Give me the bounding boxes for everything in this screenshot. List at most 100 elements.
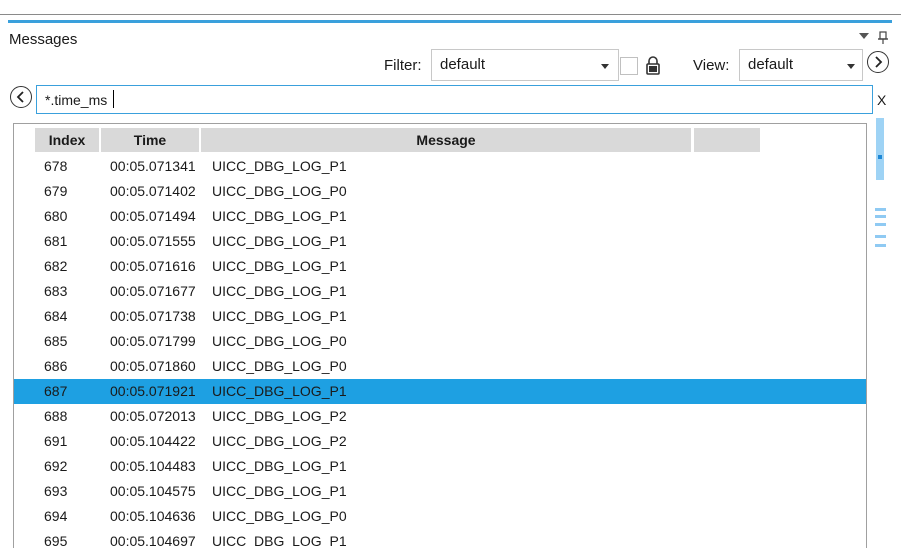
cell-message: UICC_DBG_LOG_P1 (212, 458, 347, 474)
table-row[interactable]: 680 00:05.071494 UICC_DBG_LOG_P1 (14, 204, 866, 229)
cell-index: 692 (44, 458, 68, 474)
cell-time: 00:05.071616 (110, 258, 196, 274)
cell-time: 00:05.104575 (110, 483, 196, 499)
cell-index: 688 (44, 408, 68, 424)
cell-message: UICC_DBG_LOG_P1 (212, 208, 347, 224)
prev-match-button[interactable] (10, 86, 32, 108)
table-row[interactable]: 694 00:05.104636 UICC_DBG_LOG_P0 (14, 504, 866, 529)
column-header-message[interactable]: Message (201, 128, 691, 152)
table-row[interactable]: 678 00:05.071341 UICC_DBG_LOG_P1 (14, 154, 866, 179)
column-header-index[interactable]: Index (35, 128, 99, 152)
cell-time: 00:05.071341 (110, 158, 196, 174)
table-row[interactable]: 691 00:05.104422 UICC_DBG_LOG_P2 (14, 429, 866, 454)
cell-message: UICC_DBG_LOG_P0 (212, 333, 347, 349)
table-row[interactable]: 692 00:05.104483 UICC_DBG_LOG_P1 (14, 454, 866, 479)
cell-time: 00:05.071402 (110, 183, 196, 199)
cell-message: UICC_DBG_LOG_P1 (212, 283, 347, 299)
cell-message: UICC_DBG_LOG_P1 (212, 158, 347, 174)
scrollbar-match-marker (875, 215, 886, 218)
table-row[interactable]: 684 00:05.071738 UICC_DBG_LOG_P1 (14, 304, 866, 329)
scrollbar-position-marker (878, 155, 882, 159)
cell-message: UICC_DBG_LOG_P1 (212, 533, 347, 548)
column-header-time[interactable]: Time (101, 128, 199, 152)
cell-index: 694 (44, 508, 68, 524)
table-body: 678 00:05.071341 UICC_DBG_LOG_P1 679 00:05.… (14, 154, 866, 548)
cell-index: 686 (44, 358, 68, 374)
cell-time: 00:05.071799 (110, 333, 196, 349)
cell-message: UICC_DBG_LOG_P0 (212, 183, 347, 199)
cell-index: 681 (44, 233, 68, 249)
cell-message: UICC_DBG_LOG_P1 (212, 258, 347, 274)
cell-message: UICC_DBG_LOG_P2 (212, 408, 347, 424)
cell-time: 00:05.072013 (110, 408, 196, 424)
panel-accent-line (8, 20, 892, 23)
filter-checkbox[interactable] (620, 57, 638, 75)
cell-index: 693 (44, 483, 68, 499)
column-header-extra[interactable] (694, 128, 760, 152)
filter-select[interactable]: default (431, 49, 619, 81)
chevron-down-icon (601, 64, 609, 69)
prev-arrow-icon (16, 91, 24, 103)
cell-time: 00:05.104422 (110, 433, 196, 449)
cell-time: 00:05.071860 (110, 358, 196, 374)
cell-message: UICC_DBG_LOG_P0 (212, 358, 347, 374)
cell-message: UICC_DBG_LOG_P1 (212, 383, 347, 399)
cell-index: 685 (44, 333, 68, 349)
cell-time: 00:05.104636 (110, 508, 196, 524)
cell-time: 00:05.104697 (110, 533, 196, 548)
scrollbar-thumb[interactable] (876, 118, 884, 180)
panel-title: Messages (9, 31, 78, 48)
cell-time: 00:05.104483 (110, 458, 196, 474)
cell-index: 691 (44, 433, 68, 449)
cell-index: 682 (44, 258, 68, 274)
cell-time: 00:05.071494 (110, 208, 196, 224)
scrollbar-match-marker (875, 223, 886, 226)
cell-message: UICC_DBG_LOG_P1 (212, 308, 347, 324)
clear-search-button[interactable]: X (877, 92, 886, 108)
table-row[interactable]: 683 00:05.071677 UICC_DBG_LOG_P1 (14, 279, 866, 304)
cell-message: UICC_DBG_LOG_P0 (212, 508, 347, 524)
filter-select-value: default (440, 56, 486, 73)
next-match-button[interactable] (867, 51, 889, 73)
table-row[interactable]: 681 00:05.071555 UICC_DBG_LOG_P1 (14, 229, 866, 254)
view-select-value: default (748, 56, 794, 73)
text-caret (113, 90, 114, 108)
table-row[interactable]: 679 00:05.071402 UICC_DBG_LOG_P0 (14, 179, 866, 204)
cell-time: 00:05.071921 (110, 383, 196, 399)
cell-time: 00:05.071555 (110, 233, 196, 249)
panel-menu-dropdown-icon[interactable] (859, 33, 869, 39)
messages-table: Index Time Message 678 00:05.071341 UICC_D… (13, 123, 867, 548)
cell-time: 00:05.071677 (110, 283, 196, 299)
next-arrow-icon (875, 56, 883, 68)
scrollbar-match-marker (875, 244, 886, 247)
filter-label: Filter: (384, 57, 422, 74)
window-top-border (0, 14, 901, 15)
table-row[interactable]: 693 00:05.104575 UICC_DBG_LOG_P1 (14, 479, 866, 504)
cell-index: 680 (44, 208, 68, 224)
cell-time: 00:05.071738 (110, 308, 196, 324)
cell-message: UICC_DBG_LOG_P1 (212, 483, 347, 499)
vertical-scrollbar[interactable] (874, 118, 886, 548)
scrollbar-match-marker (875, 208, 886, 211)
cell-index: 679 (44, 183, 68, 199)
search-input[interactable] (36, 85, 873, 114)
table-row[interactable]: 682 00:05.071616 UICC_DBG_LOG_P1 (14, 254, 866, 279)
table-row[interactable]: 688 00:05.072013 UICC_DBG_LOG_P2 (14, 404, 866, 429)
cell-index: 687 (44, 383, 68, 399)
table-row[interactable]: 686 00:05.071860 UICC_DBG_LOG_P0 (14, 354, 866, 379)
pin-icon[interactable] (877, 31, 889, 45)
cell-message: UICC_DBG_LOG_P2 (212, 433, 347, 449)
cell-index: 695 (44, 533, 68, 548)
cell-message: UICC_DBG_LOG_P1 (212, 233, 347, 249)
table-row-selected[interactable]: 687 00:05.071921 UICC_DBG_LOG_P1 (14, 379, 866, 404)
lock-icon[interactable] (645, 55, 661, 75)
cell-index: 684 (44, 308, 68, 324)
cell-index: 678 (44, 158, 68, 174)
view-select[interactable]: default (739, 49, 863, 81)
scrollbar-match-marker (875, 235, 886, 238)
table-row[interactable]: 695 00:05.104697 UICC_DBG_LOG_P1 (14, 529, 866, 548)
cell-index: 683 (44, 283, 68, 299)
chevron-down-icon (847, 64, 855, 69)
table-row[interactable]: 685 00:05.071799 UICC_DBG_LOG_P0 (14, 329, 866, 354)
view-label: View: (693, 57, 730, 74)
